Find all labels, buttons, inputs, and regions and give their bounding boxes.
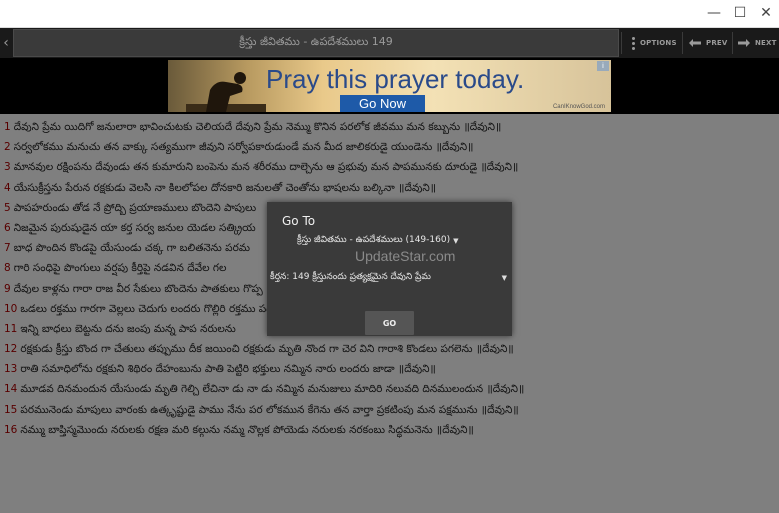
ad-strip: Pray this prayer today. Go Now CanIKnowG… — [0, 58, 779, 114]
watermark-text: UpdateStar.com — [355, 248, 456, 264]
arrow-left-icon — [689, 39, 701, 47]
toolbar-divider — [621, 32, 622, 54]
dropdown-arrow-icon: ▼ — [453, 237, 459, 245]
options-button[interactable]: OPTIONS — [632, 28, 677, 58]
go-button[interactable]: GO — [365, 311, 414, 335]
book-select-value: క్రీస్తు జీవితము - ఉపదేశములు (149-160) — [297, 235, 451, 245]
minimize-icon[interactable]: — — [704, 4, 724, 22]
dropdown-arrow-icon: ▼ — [501, 274, 507, 282]
song-select[interactable]: కీర్తన: 149 క్రీస్తునందు ప్రత్యక్షమైన దే… — [270, 272, 510, 284]
dialog-title: Go To — [282, 214, 316, 228]
song-title: క్రీస్తు జీవితము - ఉపదేశములు 149 — [239, 35, 393, 48]
song-select-value: కీర్తన: 149 క్రీస్తునందు ప్రత్యక్షమైన దే… — [270, 272, 431, 282]
app-toolbar: ‹ క్రీస్తు జీవితము - ఉపదేశములు 149 OPTIO… — [0, 28, 779, 58]
ad-headline: Pray this prayer today. — [266, 64, 525, 94]
toolbar-divider — [682, 32, 683, 54]
back-chevron-icon[interactable]: ‹ — [0, 28, 12, 58]
more-vert-icon — [632, 36, 635, 50]
song-title-bar: క్రీస్తు జీవితము - ఉపదేశములు 149 — [13, 29, 619, 57]
next-label: NEXT — [755, 39, 777, 47]
window-titlebar: — ☐ ✕ — [0, 0, 779, 28]
prev-label: PREV — [706, 39, 728, 47]
arrow-right-icon — [738, 39, 750, 47]
close-icon[interactable]: ✕ — [756, 4, 776, 22]
praying-figure-image — [186, 72, 266, 112]
ad-site-text: CanIKnowGod.com — [552, 104, 605, 110]
goto-dialog: Go To క్రీస్తు జీవితము - ఉపదేశములు (149-… — [267, 202, 512, 336]
prev-button[interactable]: PREV — [689, 28, 728, 58]
options-label: OPTIONS — [640, 39, 677, 47]
maximize-icon[interactable]: ☐ — [730, 4, 750, 22]
ad-go-now-button[interactable]: Go Now — [340, 95, 425, 112]
ad-info-icon[interactable]: i — [597, 61, 609, 71]
toolbar-divider — [732, 32, 733, 54]
book-select[interactable]: క్రీస్తు జీవితము - ఉపదేశములు (149-160) ▼ — [297, 235, 458, 247]
ad-banner[interactable]: Pray this prayer today. Go Now CanIKnowG… — [168, 60, 611, 112]
next-button[interactable]: NEXT — [738, 28, 777, 58]
